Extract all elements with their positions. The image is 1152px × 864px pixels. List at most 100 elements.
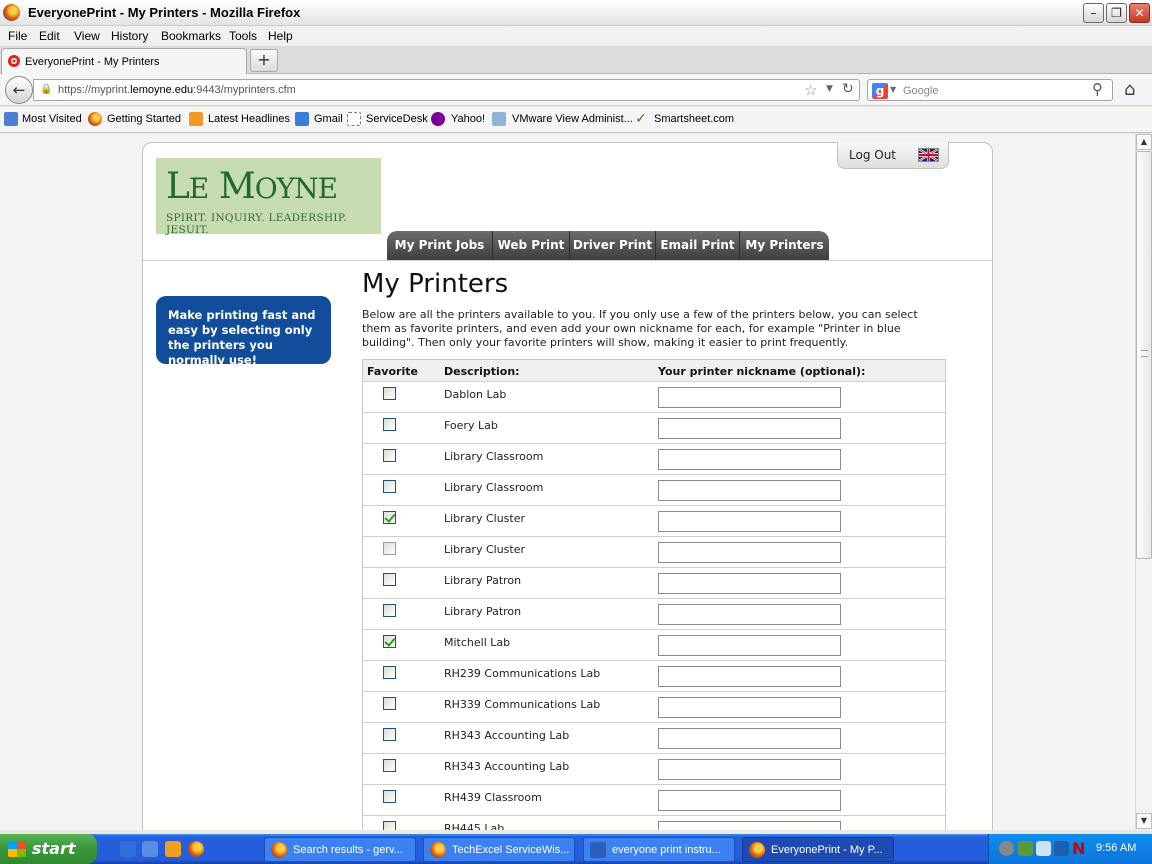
printer-description: RH339 Communications Lab bbox=[444, 698, 601, 711]
bookmark-gmail[interactable]: Gmail bbox=[314, 113, 343, 125]
table-row: Library Patron bbox=[363, 599, 945, 630]
favorite-checkbox[interactable] bbox=[383, 635, 396, 648]
bookmark-vmware[interactable]: VMware View Administ... bbox=[512, 113, 633, 125]
firefox-quicklaunch-icon[interactable] bbox=[188, 841, 204, 857]
maximize-button[interactable]: ❐ bbox=[1106, 3, 1127, 23]
tab-web-print[interactable]: Web Print bbox=[493, 231, 570, 260]
tray-app-icon[interactable] bbox=[1018, 841, 1033, 856]
nickname-input[interactable] bbox=[658, 511, 841, 532]
favorite-checkbox[interactable] bbox=[383, 480, 396, 493]
new-tab-button[interactable]: + bbox=[250, 49, 278, 72]
favorite-checkbox[interactable] bbox=[383, 604, 396, 617]
scroll-down-icon[interactable]: ▼ bbox=[1136, 813, 1152, 829]
desktop-icon[interactable] bbox=[142, 841, 158, 857]
tab-my-printers[interactable]: My Printers bbox=[740, 231, 829, 260]
task-techexcel[interactable]: TechExcel ServiceWis... bbox=[423, 837, 575, 862]
display-icon[interactable] bbox=[1036, 841, 1051, 856]
nickname-input[interactable] bbox=[658, 387, 841, 408]
intro-text: Below are all the printers available to … bbox=[362, 308, 918, 349]
nickname-input[interactable] bbox=[658, 790, 841, 811]
nickname-input[interactable] bbox=[658, 821, 841, 830]
favorite-checkbox[interactable] bbox=[383, 449, 396, 462]
tab-email-print[interactable]: Email Print bbox=[656, 231, 740, 260]
start-button[interactable]: start bbox=[0, 834, 97, 864]
menu-view[interactable]: View bbox=[74, 29, 100, 43]
logout-button[interactable]: Log Out bbox=[837, 142, 949, 169]
scroll-thumb[interactable] bbox=[1136, 151, 1152, 559]
logo-name: LE MOYNE bbox=[166, 166, 338, 207]
nickname-input[interactable] bbox=[658, 604, 841, 625]
task-everyoneprint[interactable]: EveryonePrint - My P... bbox=[742, 837, 894, 862]
task-label: TechExcel ServiceWis... bbox=[452, 844, 570, 856]
nickname-input[interactable] bbox=[658, 759, 841, 780]
bookmark-yahoo[interactable]: Yahoo! bbox=[451, 113, 485, 125]
favorite-checkbox[interactable] bbox=[383, 573, 396, 586]
google-icon[interactable]: g bbox=[872, 83, 888, 99]
favorite-checkbox[interactable] bbox=[383, 790, 396, 803]
bookmark-smartsheet[interactable]: Smartsheet.com bbox=[654, 113, 734, 125]
bookmark-most-visited[interactable]: Most Visited bbox=[22, 113, 82, 125]
uk-flag-icon[interactable] bbox=[918, 148, 939, 162]
header-nickname: Your printer nickname (optional): bbox=[658, 365, 866, 378]
nickname-input[interactable] bbox=[658, 480, 841, 501]
nickname-input[interactable] bbox=[658, 449, 841, 470]
table-row: RH343 Accounting Lab bbox=[363, 723, 945, 754]
table-row: Dablon Lab bbox=[363, 382, 945, 413]
search-bar[interactable]: g ▼ Google ⚲ bbox=[867, 79, 1113, 101]
menu-file[interactable]: File bbox=[8, 29, 27, 43]
back-button[interactable]: ← bbox=[5, 76, 33, 104]
favorite-checkbox[interactable] bbox=[383, 511, 396, 524]
yahoo-icon bbox=[431, 112, 445, 126]
bookmark-servicedesk[interactable]: ServiceDesk bbox=[366, 113, 428, 125]
tab-driver-print[interactable]: Driver Print bbox=[570, 231, 656, 260]
nickname-input[interactable] bbox=[658, 635, 841, 656]
close-button[interactable]: ✕ bbox=[1129, 3, 1150, 23]
favorite-checkbox[interactable] bbox=[383, 542, 396, 555]
favorite-checkbox[interactable] bbox=[383, 418, 396, 431]
favorite-checkbox[interactable] bbox=[383, 759, 396, 772]
bookmark-latest-headlines[interactable]: Latest Headlines bbox=[208, 113, 290, 125]
minimize-button[interactable]: – bbox=[1083, 3, 1104, 23]
nickname-input[interactable] bbox=[658, 418, 841, 439]
search-icon[interactable]: ⚲ bbox=[1092, 80, 1103, 98]
menu-history[interactable]: History bbox=[111, 29, 148, 43]
nickname-input[interactable] bbox=[658, 573, 841, 594]
menu-tools[interactable]: Tools bbox=[229, 29, 257, 43]
tab-everyoneprint[interactable]: EveryonePrint - My Printers bbox=[1, 48, 247, 74]
favorite-checkbox[interactable] bbox=[383, 697, 396, 710]
scroll-up-icon[interactable]: ▲ bbox=[1136, 134, 1152, 150]
print-nav-tabs: My Print Jobs Web Print Driver Print Ema… bbox=[387, 231, 829, 260]
favorite-checkbox[interactable] bbox=[383, 387, 396, 400]
reload-icon[interactable]: ↻ bbox=[842, 81, 854, 97]
search-engine-dropdown-icon[interactable]: ▼ bbox=[890, 85, 896, 94]
nickname-input[interactable] bbox=[658, 542, 841, 563]
favorite-checkbox[interactable] bbox=[383, 666, 396, 679]
nickname-input[interactable] bbox=[658, 697, 841, 718]
url-dropdown-icon[interactable]: ▼ bbox=[826, 84, 833, 94]
menu-help[interactable]: Help bbox=[268, 29, 293, 43]
task-label: Search results - gerv... bbox=[293, 844, 403, 856]
bookmark-star-icon[interactable]: ☆ bbox=[804, 81, 817, 99]
menu-edit[interactable]: Edit bbox=[39, 29, 60, 43]
favorite-checkbox[interactable] bbox=[383, 821, 396, 830]
url-text: https://myprint.lemoyne.edu:9443/myprint… bbox=[58, 84, 296, 96]
nickname-input[interactable] bbox=[658, 666, 841, 687]
favorite-checkbox[interactable] bbox=[383, 728, 396, 741]
task-search-results[interactable]: Search results - gerv... bbox=[264, 837, 416, 862]
security-icon[interactable] bbox=[1054, 841, 1069, 856]
checkmark-icon: ✓ bbox=[635, 111, 647, 127]
back-arrow-icon: ← bbox=[12, 81, 26, 99]
menu-bookmarks[interactable]: Bookmarks bbox=[161, 29, 221, 43]
tab-my-print-jobs[interactable]: My Print Jobs bbox=[387, 231, 493, 260]
ie-icon[interactable] bbox=[120, 841, 136, 857]
printer-description: RH343 Accounting Lab bbox=[444, 729, 570, 742]
outlook-icon[interactable] bbox=[165, 841, 181, 857]
task-word-document[interactable]: everyone print instru... bbox=[583, 837, 735, 862]
url-bar[interactable]: 🔒 https://myprint.lemoyne.edu:9443/mypri… bbox=[33, 79, 860, 101]
network-icon[interactable] bbox=[999, 841, 1014, 856]
bookmark-getting-started[interactable]: Getting Started bbox=[107, 113, 181, 125]
vertical-scrollbar[interactable]: ▲ ▼ bbox=[1135, 134, 1152, 830]
norton-icon[interactable]: N bbox=[1072, 841, 1087, 857]
nickname-input[interactable] bbox=[658, 728, 841, 749]
home-icon[interactable]: ⌂ bbox=[1124, 79, 1135, 100]
